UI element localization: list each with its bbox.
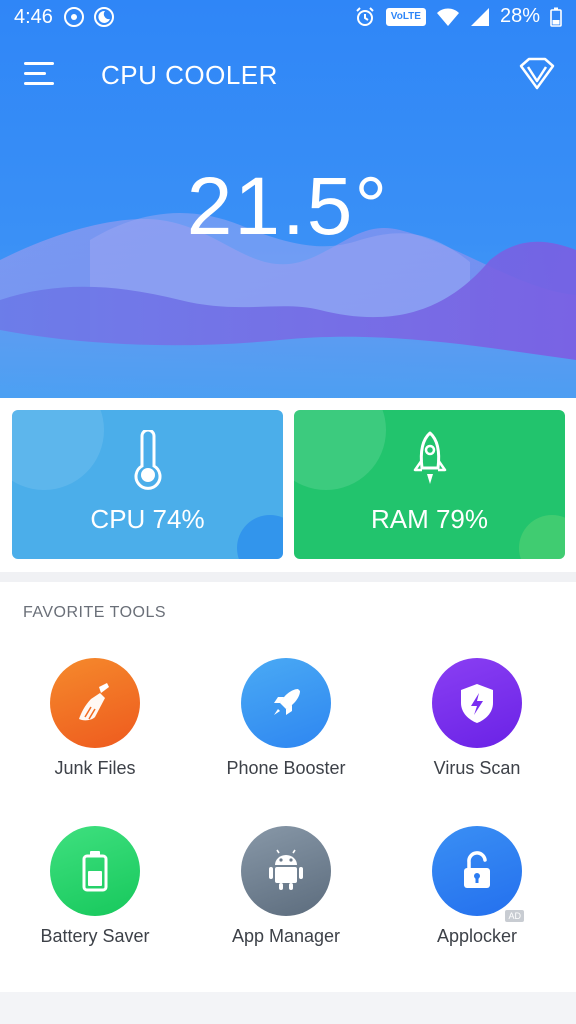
lock-icon bbox=[464, 851, 490, 888]
tool-label: Battery Saver bbox=[40, 926, 150, 946]
status-bar: 4:46 VoLTE 28% bbox=[0, 0, 576, 36]
tool-label: Virus Scan bbox=[433, 758, 521, 778]
tool-junk-files[interactable]: Junk Files bbox=[0, 658, 190, 798]
tool-label: Phone Booster bbox=[226, 758, 346, 778]
alarm-icon bbox=[356, 6, 374, 26]
ram-card[interactable]: RAM 79% bbox=[294, 410, 565, 559]
tool-app-manager[interactable]: App Manager bbox=[191, 826, 381, 966]
tool-virus-scan[interactable]: Virus Scan bbox=[382, 658, 572, 798]
cpu-card[interactable]: CPU 74% bbox=[12, 410, 283, 559]
volte-badge: VoLTE bbox=[385, 7, 426, 26]
rocket-icon bbox=[274, 689, 300, 715]
tool-phone-booster[interactable]: Phone Booster bbox=[191, 658, 381, 798]
broom-icon bbox=[79, 683, 109, 721]
app-bar: CPU COOLER bbox=[0, 50, 576, 100]
android-icon bbox=[269, 849, 303, 890]
menu-icon[interactable] bbox=[24, 60, 56, 88]
stats-cards: CPU 74% RAM 79% bbox=[0, 398, 576, 572]
header-hero: 4:46 VoLTE 28% CPU COOLER 21.5° bbox=[0, 0, 576, 398]
rocket-icon bbox=[413, 431, 446, 484]
moon-icon bbox=[94, 7, 114, 27]
thermometer-icon bbox=[134, 430, 161, 490]
section-title: FAVORITE TOOLS bbox=[23, 604, 167, 621]
signal-icon bbox=[470, 7, 489, 26]
app-title: CPU COOLER bbox=[101, 60, 278, 90]
status-time: 4:46 bbox=[14, 6, 53, 28]
cpu-usage-label: CPU 74% bbox=[90, 504, 205, 534]
tool-battery-saver[interactable]: Battery Saver bbox=[0, 826, 190, 966]
shield-icon bbox=[461, 684, 493, 723]
tool-label: Applocker bbox=[436, 926, 518, 946]
battery-icon bbox=[82, 851, 108, 892]
bottom-divider bbox=[0, 992, 576, 1024]
tool-label: Junk Files bbox=[54, 758, 136, 778]
battery-status-icon bbox=[550, 7, 562, 27]
ad-badge: AD bbox=[505, 910, 524, 922]
ram-usage-label: RAM 79% bbox=[370, 504, 489, 534]
wifi-icon bbox=[436, 8, 459, 26]
aperture-icon bbox=[64, 7, 84, 27]
temperature-readout: 21.5° bbox=[186, 161, 390, 252]
tool-label: App Manager bbox=[231, 926, 341, 946]
battery-percent: 28% bbox=[499, 5, 540, 27]
tool-applocker[interactable]: AD Applocker bbox=[382, 826, 572, 966]
diamond-icon[interactable] bbox=[518, 56, 556, 92]
favorite-tools-section: FAVORITE TOOLS Junk Files Phone Booster bbox=[0, 582, 576, 992]
